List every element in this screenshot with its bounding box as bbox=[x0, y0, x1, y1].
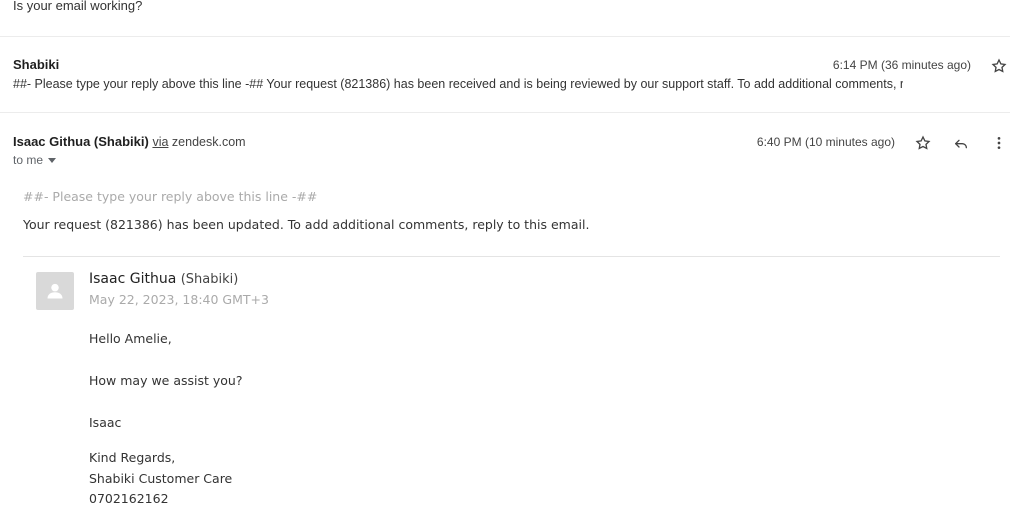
expanded-sender[interactable]: Isaac Githua (Shabiki) via zendesk.com bbox=[13, 134, 246, 149]
agent-org: (Shabiki) bbox=[180, 272, 239, 287]
message-divider bbox=[0, 112, 1010, 113]
comment-divider bbox=[23, 256, 1000, 257]
more-vert-icon[interactable] bbox=[989, 133, 1009, 153]
agent-date: May 22, 2023, 18:40 GMT+3 bbox=[89, 292, 269, 307]
reply-icon[interactable] bbox=[951, 133, 971, 153]
star-icon[interactable] bbox=[913, 133, 933, 153]
reply-marker: ##- Please type your reply above this li… bbox=[23, 189, 318, 204]
agent-header: Isaac Githua (Shabiki) bbox=[89, 271, 238, 287]
via-link[interactable]: via bbox=[152, 135, 168, 149]
expanded-timestamp: 6:40 PM (10 minutes ago) bbox=[756, 135, 895, 149]
agent-name: Isaac Githua bbox=[89, 271, 177, 287]
update-notice: Your request (821386) has been updated. … bbox=[23, 217, 590, 232]
collapsed-sender[interactable]: Shabiki bbox=[13, 57, 59, 72]
previous-message-text: Is your email working? bbox=[13, 0, 143, 13]
collapsed-timestamp: 6:14 PM (36 minutes ago) bbox=[832, 58, 971, 72]
star-icon[interactable] bbox=[989, 56, 1009, 76]
body-line: Kind Regards, bbox=[89, 450, 176, 465]
body-line: Isaac bbox=[89, 415, 122, 430]
recipient-label: to me bbox=[13, 153, 44, 167]
recipient-details-toggle[interactable]: to me bbox=[13, 153, 57, 167]
avatar bbox=[36, 272, 74, 310]
body-line: Shabiki Customer Care bbox=[89, 471, 233, 486]
message-divider bbox=[0, 36, 1010, 37]
sender-name[interactable]: Isaac Githua (Shabiki) bbox=[13, 134, 149, 149]
collapsed-snippet[interactable]: ##- Please type your reply above this li… bbox=[13, 77, 903, 91]
body-line: Hello Amelie, bbox=[89, 331, 172, 346]
body-line: How may we assist you? bbox=[89, 373, 243, 388]
caret-down-icon bbox=[48, 157, 57, 163]
via-domain: zendesk.com bbox=[171, 135, 246, 149]
phone-number[interactable]: 0702162162 bbox=[89, 491, 169, 506]
person-icon bbox=[47, 283, 63, 299]
